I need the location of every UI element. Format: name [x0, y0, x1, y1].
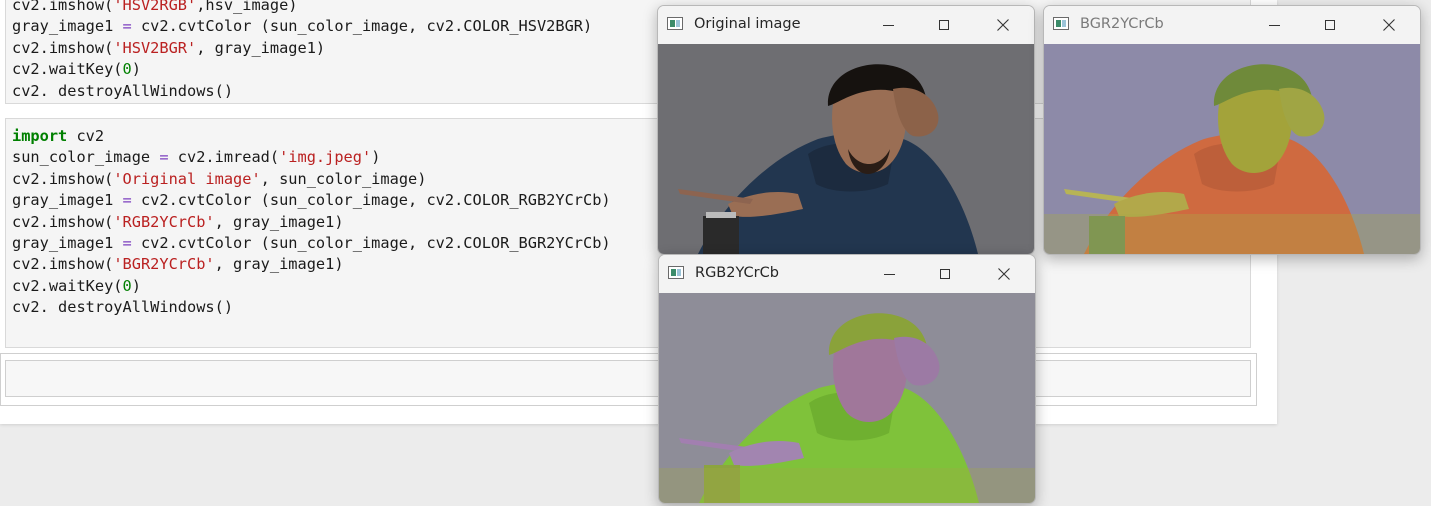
code-token: cv2. destroyAllWindows() — [12, 298, 234, 317]
code-token: cv2.waitKey( — [12, 60, 123, 79]
close-icon — [998, 268, 1010, 280]
title-bar[interactable]: BGR2YCrCb — [1044, 6, 1420, 44]
window-original-image[interactable]: Original image — [657, 5, 1035, 255]
close-button[interactable] — [980, 6, 1026, 44]
close-button[interactable] — [1366, 6, 1412, 44]
minimize-button[interactable] — [866, 255, 912, 293]
maximize-button[interactable] — [922, 255, 968, 293]
photo-bgr2ycrcb — [1044, 44, 1420, 254]
code-token: 'HSV2RGB' — [113, 0, 197, 14]
code-token: gray_image1 — [12, 234, 123, 253]
photo-original — [658, 44, 1034, 254]
maximize-icon — [939, 20, 949, 30]
code-token: 0 — [122, 60, 132, 79]
title-bar[interactable]: Original image — [658, 6, 1034, 44]
window-title: RGB2YCrCb — [695, 265, 779, 281]
code-token: 'RGB2YCrCb' — [113, 212, 215, 231]
opencv-window-icon — [668, 266, 684, 279]
code-line: cv2. destroyAllWindows() — [12, 297, 1244, 318]
title-bar[interactable]: RGB2YCrCb — [659, 255, 1035, 293]
code-token: = — [122, 17, 132, 36]
maximize-icon — [940, 269, 950, 279]
code-token: = — [159, 148, 169, 167]
close-icon — [997, 19, 1009, 31]
close-icon — [1383, 19, 1395, 31]
minimize-icon — [883, 273, 895, 275]
maximize-button[interactable] — [1307, 6, 1353, 44]
minimize-icon — [1268, 24, 1280, 26]
code-token: 'Original image' — [113, 169, 261, 188]
code-token: cv2.imshow( — [12, 169, 114, 188]
code-token: import — [12, 127, 68, 145]
code-token: cv2.cvtColor (sun_color_image, cv2.COLOR… — [131, 191, 611, 210]
code-token: 'HSV2BGR' — [113, 38, 197, 57]
code-token: = — [122, 191, 132, 210]
window-title: Original image — [694, 16, 801, 32]
code-token: 'BGR2YCrCb' — [113, 255, 215, 274]
maximize-button[interactable] — [921, 6, 967, 44]
code-token: ) — [131, 60, 141, 79]
code-token: cv2. destroyAllWindows() — [12, 81, 234, 100]
image-view — [1044, 44, 1420, 254]
code-token: , gray_image1) — [214, 212, 344, 231]
code-token: cv2.cvtColor (sun_color_image, cv2.COLOR… — [131, 234, 611, 253]
code-token: cv2.waitKey( — [12, 276, 123, 295]
code-token: cv2.imshow( — [12, 0, 114, 14]
window-rgb2ycrcb[interactable]: RGB2YCrCb — [658, 254, 1036, 504]
image-view — [659, 293, 1035, 503]
window-title: BGR2YCrCb — [1080, 16, 1164, 32]
code-token: , sun_color_image) — [260, 169, 427, 188]
code-token: , gray_image1) — [214, 255, 344, 274]
code-token: cv2.imshow( — [12, 212, 114, 231]
code-line: cv2.waitKey(0) — [12, 276, 1244, 297]
code-token: ) — [371, 148, 381, 167]
code-token: cv2 — [67, 127, 105, 145]
code-token: cv2.imshow( — [12, 38, 114, 57]
close-button[interactable] — [981, 255, 1027, 293]
photo-rgb2ycrcb — [659, 293, 1035, 503]
code-line: cv2.imshow('BGR2YCrCb', gray_image1) — [12, 254, 1244, 275]
opencv-window-icon — [1053, 17, 1069, 30]
code-token: 0 — [122, 276, 132, 295]
minimize-button[interactable] — [865, 6, 911, 44]
code-token: gray_image1 — [12, 17, 123, 36]
code-token: 'img.jpeg' — [279, 148, 372, 167]
empty-cell-container — [0, 353, 1257, 406]
minimize-button[interactable] — [1251, 6, 1297, 44]
code-token: cv2.cvtColor (sun_color_image, cv2.COLOR… — [131, 17, 593, 36]
opencv-window-icon — [667, 17, 683, 30]
code-token: sun_color_image — [12, 148, 160, 167]
code-token: ,hsv_image) — [196, 0, 298, 14]
empty-code-cell[interactable] — [5, 360, 1251, 397]
minimize-icon — [882, 24, 894, 26]
code-token: = — [122, 234, 132, 253]
maximize-icon — [1325, 20, 1335, 30]
code-token: cv2.imread( — [168, 148, 280, 167]
window-bgr2ycrcb[interactable]: BGR2YCrCb — [1043, 5, 1421, 255]
code-token: cv2.imshow( — [12, 255, 114, 274]
image-view — [658, 44, 1034, 254]
code-token: , gray_image1) — [196, 38, 326, 57]
code-token: gray_image1 — [12, 191, 123, 210]
code-token: ) — [131, 276, 141, 295]
